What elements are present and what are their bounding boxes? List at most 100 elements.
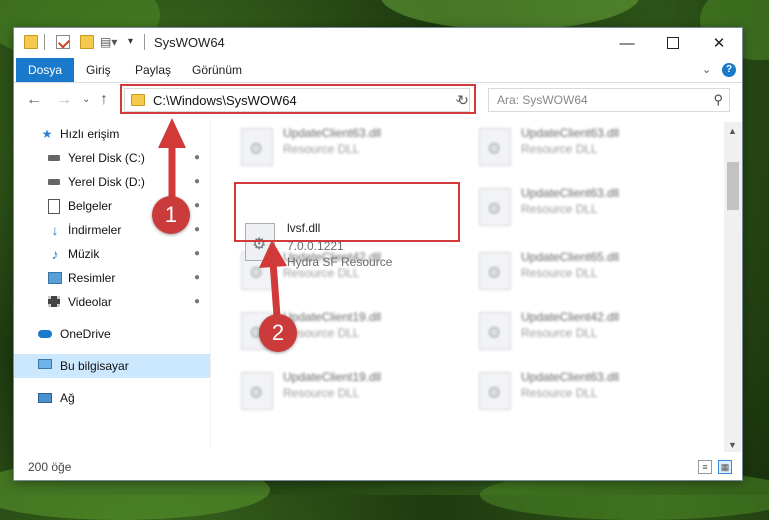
list-item[interactable]: UpdateClient63.dll Resource DLL — [473, 182, 693, 234]
dll-file-icon — [479, 312, 511, 350]
dll-file-icon — [479, 372, 511, 410]
tab-view[interactable]: Görünüm — [192, 58, 242, 82]
separator — [144, 34, 145, 50]
scrollbar-thumb[interactable] — [727, 162, 739, 210]
tab-file[interactable]: Dosya — [16, 58, 75, 82]
recent-locations-icon[interactable]: ⌄ — [82, 94, 90, 105]
sidebar-item-disk-d[interactable]: Yerel Disk (D:) ● — [14, 170, 210, 194]
file-type: Resource DLL — [521, 202, 598, 216]
explorer-window: ▤▾ ▾ SysWOW64 — ✕ Dosya Giriş Paylaş Gör… — [14, 28, 742, 480]
sidebar-item-disk-c[interactable]: Yerel Disk (C:) ● — [14, 146, 210, 170]
sidebar-item-label: OneDrive — [60, 327, 111, 341]
list-item[interactable]: UpdateClient19.dll Resource DLL — [235, 366, 455, 418]
file-list: UpdateClient63.dll Resource DLL UpdateCl… — [210, 122, 725, 446]
list-item[interactable]: UpdateClient63.dll Resource DLL — [473, 366, 693, 418]
maximize-button[interactable] — [650, 28, 696, 58]
separator — [44, 34, 45, 50]
properties-icon[interactable] — [56, 35, 71, 49]
sidebar-item-label: Ağ — [60, 391, 75, 405]
tiles-view-icon[interactable]: ▦ — [718, 460, 732, 474]
expand-ribbon-icon[interactable]: ⌄ — [702, 58, 711, 82]
scroll-down-icon[interactable]: ▼ — [728, 440, 737, 450]
star-icon: ★ — [41, 127, 53, 141]
vertical-scrollbar[interactable]: ▲ ▼ — [724, 122, 742, 452]
ribbon: Dosya Giriş Paylaş Görünüm ⌄ ? — [14, 58, 742, 83]
folder-icon — [24, 35, 38, 49]
file-name: UpdateClient63.dll — [283, 126, 382, 140]
close-button[interactable]: ✕ — [696, 28, 742, 58]
dll-file-icon — [479, 252, 511, 290]
dll-file-icon — [479, 128, 511, 166]
search-placeholder: Ara: SysWOW64 — [497, 93, 588, 107]
list-item[interactable]: UpdateClient42.dll Resource DLL — [473, 306, 693, 358]
address-highlight — [120, 84, 476, 114]
dll-file-icon — [241, 128, 273, 166]
list-item[interactable]: UpdateClient63.dll Resource DLL — [473, 122, 693, 174]
drive-icon — [48, 151, 62, 165]
window-title: SysWOW64 — [154, 35, 225, 50]
maximize-icon — [667, 37, 679, 49]
file-name: UpdateClient65.dll — [521, 250, 620, 264]
pin-icon[interactable]: ● — [194, 266, 200, 290]
pin-icon[interactable]: ● — [194, 194, 200, 218]
file-name: UpdateClient19.dll — [283, 310, 382, 324]
search-icon: ⚲ — [713, 92, 723, 107]
pin-icon[interactable]: ● — [194, 146, 200, 170]
up-button[interactable]: ↑ — [100, 91, 108, 109]
list-item[interactable]: UpdateClient63.dll Resource DLL — [235, 122, 455, 174]
music-icon: ♪ — [51, 246, 59, 262]
sidebar-item-label: Yerel Disk (C:) — [68, 151, 145, 165]
sidebar-item-label: Belgeler — [68, 199, 113, 213]
pin-icon[interactable]: ● — [194, 170, 200, 194]
navigation-pane: ★ Hızlı erişim Yerel Disk (C:) ● Yerel D… — [14, 122, 210, 446]
step-1-badge: 1 — [152, 196, 190, 234]
back-button[interactable]: ← — [26, 91, 42, 109]
dropdown-arrow-icon[interactable]: ▾ — [128, 35, 142, 49]
sidebar-item-label: Videolar — [68, 295, 112, 309]
sidebar-quick-access[interactable]: ★ Hızlı erişim — [14, 122, 210, 146]
search-input[interactable]: Ara: SysWOW64 ⚲ — [488, 88, 730, 112]
file-name: UpdateClient63.dll — [521, 186, 620, 200]
step-2-badge: 2 — [259, 314, 297, 352]
sidebar-item-onedrive[interactable]: OneDrive — [14, 322, 210, 346]
pin-icon[interactable]: ● — [194, 218, 200, 242]
file-highlight — [234, 182, 460, 242]
tab-home[interactable]: Giriş — [86, 58, 111, 82]
video-icon — [48, 295, 62, 309]
forward-button[interactable]: → — [56, 91, 72, 109]
sidebar-item-videos[interactable]: Videolar ● — [14, 290, 210, 314]
pin-icon[interactable]: ● — [194, 290, 200, 314]
scroll-up-icon[interactable]: ▲ — [728, 126, 737, 136]
file-name: UpdateClient42.dll — [521, 310, 620, 324]
pictures-icon — [48, 271, 62, 285]
dll-file-icon — [241, 372, 273, 410]
customize-toolbar-icon[interactable]: ▤▾ — [100, 35, 117, 49]
file-type: Resource DLL — [283, 386, 360, 400]
help-icon[interactable]: ? — [722, 63, 736, 77]
pin-icon[interactable]: ● — [194, 242, 200, 266]
drive-icon — [48, 175, 62, 189]
network-icon — [38, 391, 52, 405]
sidebar-item-label: İndirmeler — [68, 223, 122, 237]
sidebar-item-label: Resimler — [68, 271, 116, 285]
computer-icon — [38, 359, 52, 373]
sidebar-item-label: Müzik — [68, 247, 100, 261]
tab-share[interactable]: Paylaş — [135, 58, 171, 82]
sidebar-item-network[interactable]: Ağ — [14, 386, 210, 410]
sidebar-item-label: Yerel Disk (D:) — [68, 175, 145, 189]
cloud-icon — [38, 327, 52, 341]
documents-icon — [48, 199, 62, 214]
sidebar-item-pictures[interactable]: Resimler ● — [14, 266, 210, 290]
sidebar-item-label: Hızlı erişim — [60, 127, 120, 141]
minimize-button[interactable]: — — [604, 28, 650, 58]
sidebar-item-music[interactable]: ♪ Müzik ● — [14, 242, 210, 266]
sidebar-item-this-pc[interactable]: Bu bilgisayar — [14, 354, 210, 378]
file-type: Resource DLL — [521, 386, 598, 400]
list-item[interactable]: UpdateClient65.dll Resource DLL — [473, 246, 693, 298]
file-name: UpdateClient19.dll — [283, 370, 382, 384]
new-folder-icon[interactable] — [80, 35, 94, 49]
status-bar: 200 öğe ≡ ▦ — [14, 456, 742, 480]
file-type: Resource DLL — [521, 326, 598, 340]
details-view-icon[interactable]: ≡ — [698, 460, 712, 474]
file-name: UpdateClient63.dll — [521, 126, 620, 140]
